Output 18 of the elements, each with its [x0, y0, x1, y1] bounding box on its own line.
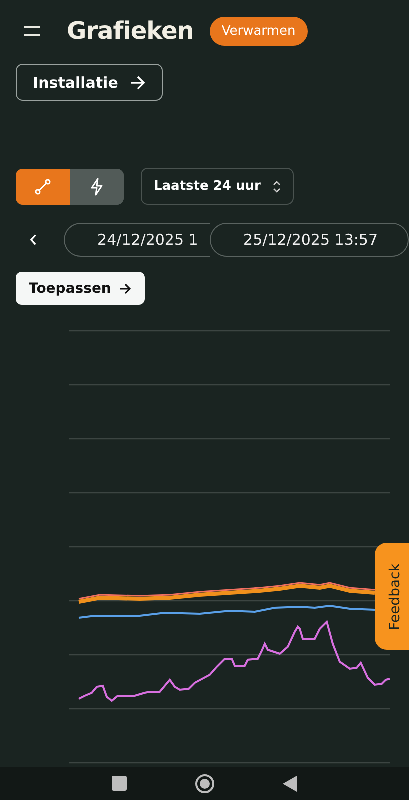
back-chevron-icon[interactable] — [30, 234, 38, 246]
circle-icon[interactable] — [195, 774, 215, 794]
back-triangle-icon[interactable] — [283, 776, 297, 792]
menu-icon[interactable] — [23, 25, 41, 37]
page-title: Grafieken — [67, 17, 194, 45]
arrow-right-icon — [130, 76, 146, 90]
installation-button[interactable]: Installatie — [16, 64, 164, 101]
view-toggle-tab[interactable] — [16, 168, 70, 204]
apply-button[interactable]: Toepassen — [16, 272, 146, 305]
feedback-tab[interactable]: Feedback — [375, 543, 409, 650]
start-date-field[interactable]: 24/12/2025 1 — [64, 223, 210, 257]
lightning-icon — [90, 178, 104, 196]
arrow-right-icon — [119, 282, 132, 294]
updown-chevron-icon — [272, 180, 281, 192]
line-graph-icon — [35, 178, 51, 194]
end-date-field[interactable]: 25/12/2025 13:57 — [210, 223, 409, 257]
mode-badge: Verwarmen — [210, 16, 308, 46]
range-select[interactable]: Laatste 24 uur — [141, 168, 294, 205]
